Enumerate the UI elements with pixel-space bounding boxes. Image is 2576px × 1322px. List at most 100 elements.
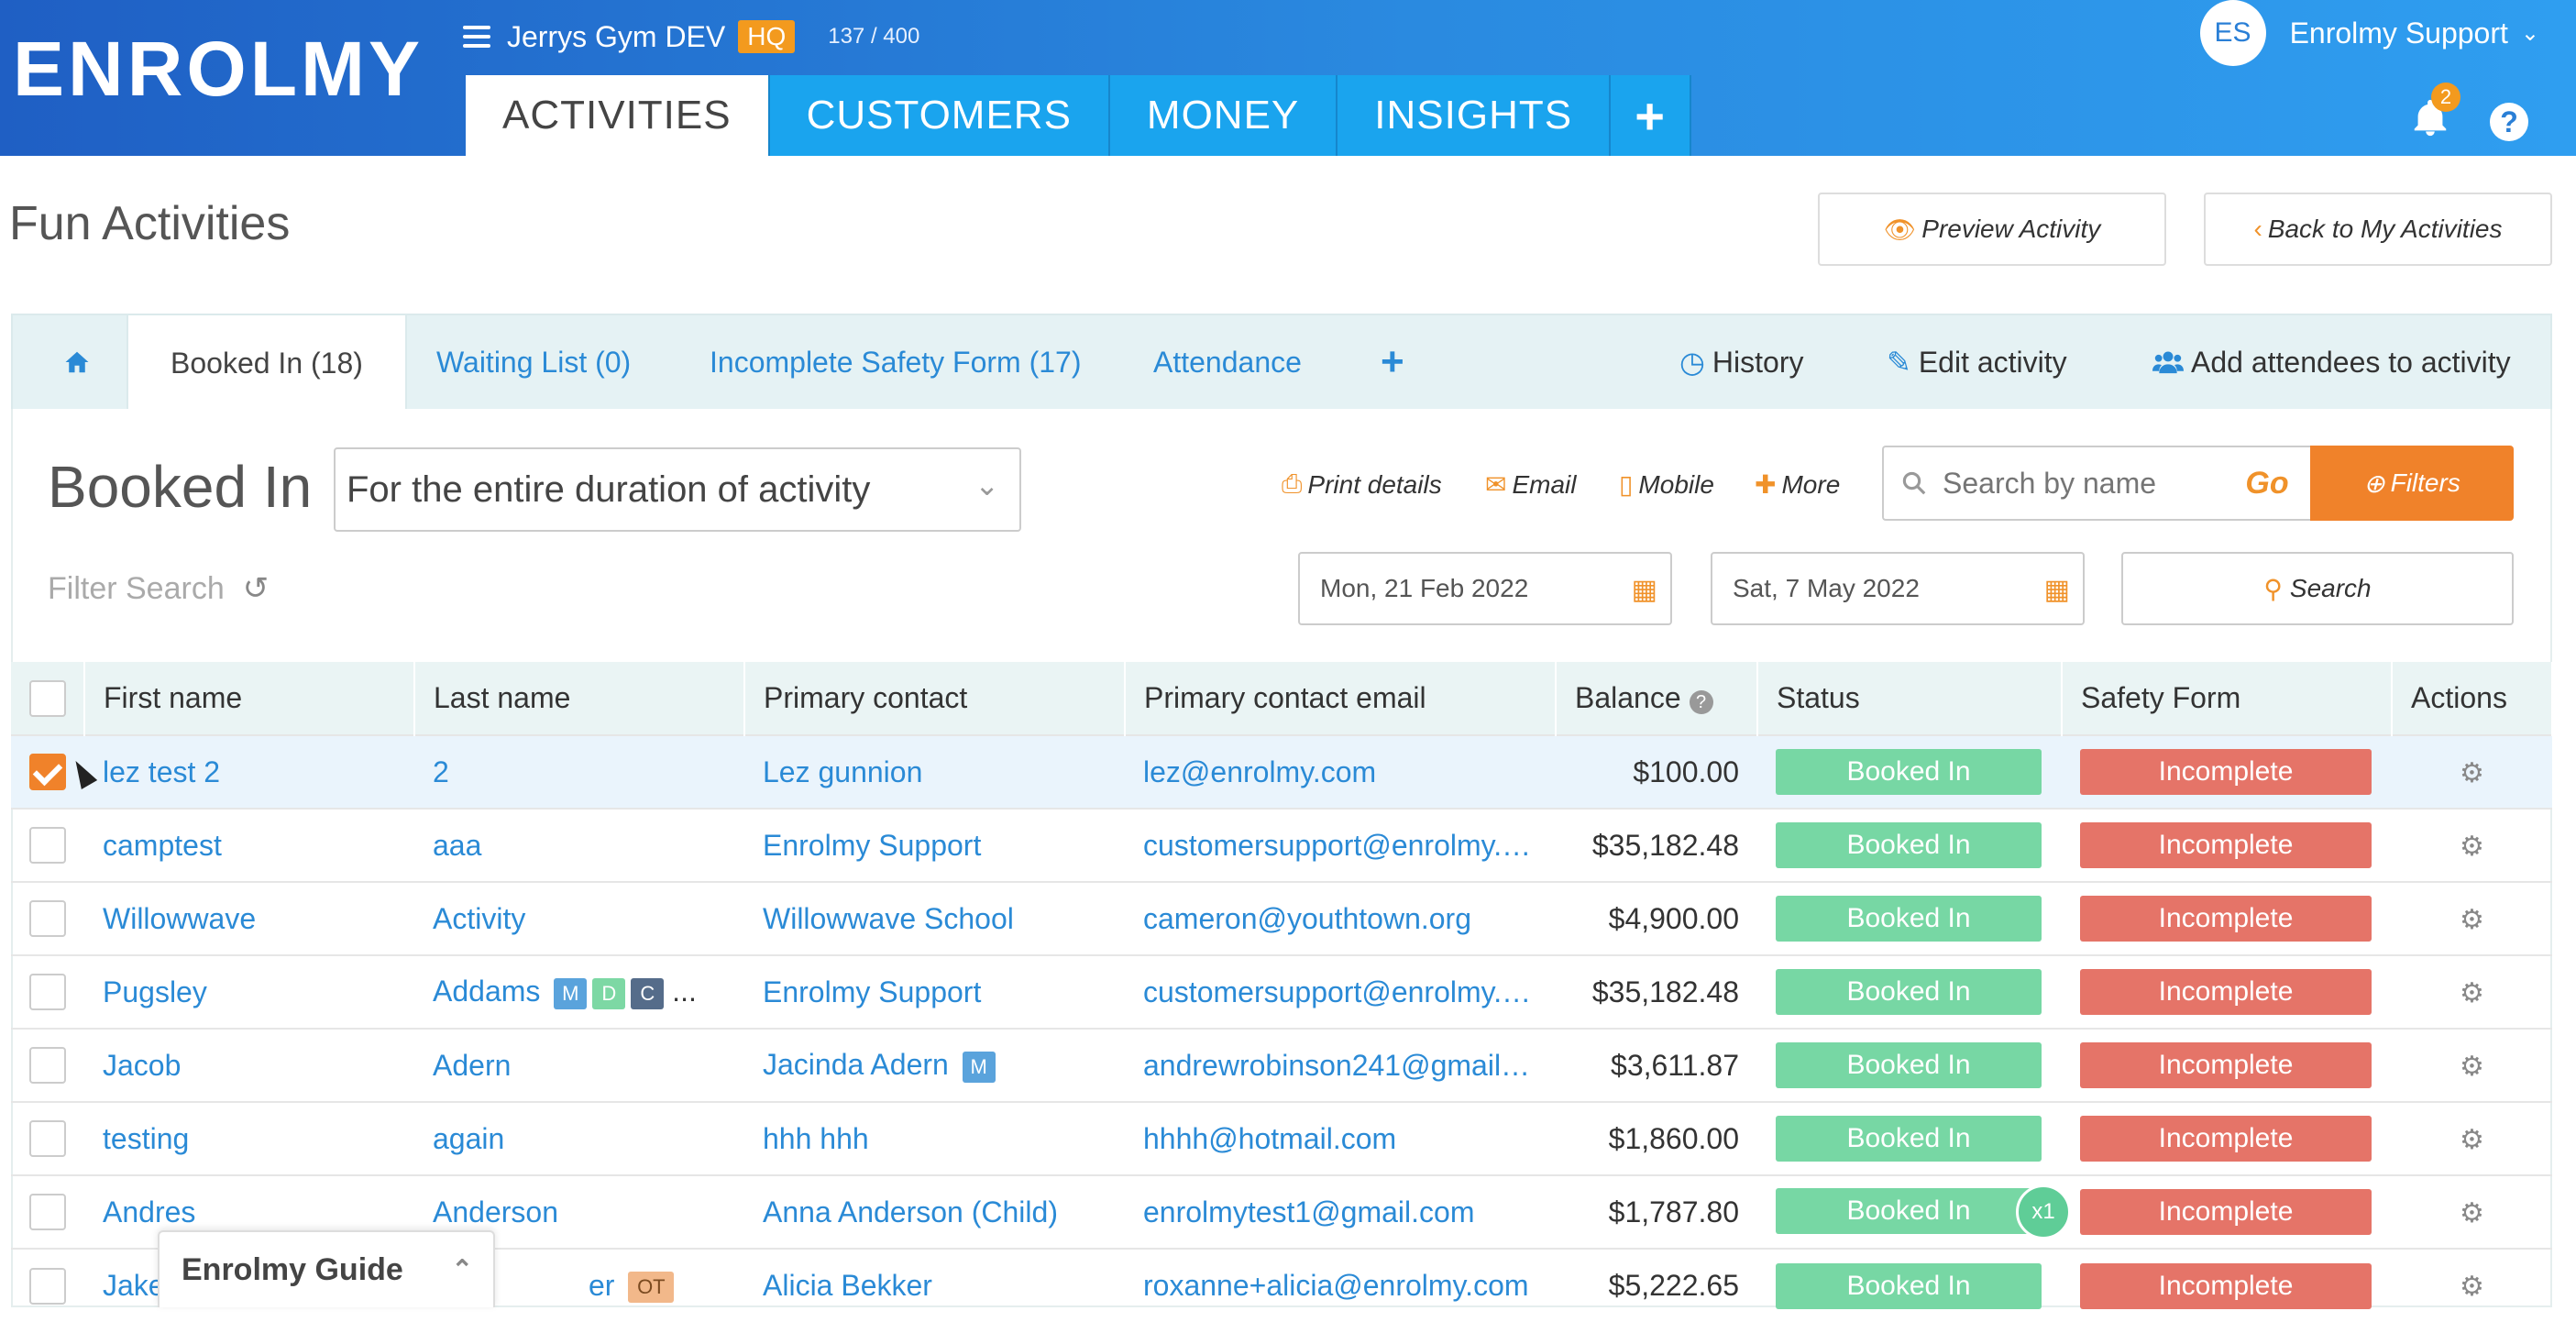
chevron-down-icon[interactable]: ⌄ [2521,20,2539,47]
tab-attendance[interactable]: Attendance [1153,315,1302,409]
column-header[interactable]: Last name [414,662,745,735]
history-link[interactable]: ◷ History [1679,315,1803,409]
tab-insights[interactable]: INSIGHTS [1338,75,1612,156]
row-checkbox[interactable] [29,754,66,791]
select-all-checkbox[interactable] [29,679,66,717]
tab-incomplete-safety-form[interactable]: Incomplete Safety Form (17) [710,315,1081,409]
status-badge[interactable]: Booked In [1776,749,2042,795]
email-link[interactable]: ✉ Email [1485,469,1576,500]
first-name-link[interactable]: lez test 2 [84,734,414,809]
safety-form-badge[interactable]: Incomplete [2080,1116,2372,1162]
gear-icon[interactable]: ⚙ [2460,758,2484,788]
search-input[interactable] [1941,465,2234,501]
go-button[interactable]: Go [2226,446,2308,521]
primary-contact-email-link[interactable]: enrolmytest1@gmail.com [1125,1174,1556,1249]
filters-button[interactable]: ⊕ Filters [2310,446,2514,521]
row-checkbox[interactable] [29,1120,66,1158]
enrolmy-guide-widget[interactable]: Enrolmy Guide ⌃ [158,1230,495,1307]
last-name-link[interactable]: 2 [414,734,744,809]
status-badge[interactable]: Booked In [1776,822,2042,868]
table-row[interactable]: testing again hhh hhh hhhh@hotmail.com $… [11,1101,2552,1175]
safety-form-badge[interactable]: Incomplete [2080,1042,2372,1088]
last-name-link[interactable]: again [414,1101,744,1175]
edit-activity-link[interactable]: ✎ Edit activity [1887,315,2067,409]
filter-search[interactable]: Filter Search ↺ [48,570,269,607]
table-row[interactable]: Jacob Adern Jacinda Adern M andrewrobins… [11,1028,2552,1102]
enrolmy-logo[interactable]: ENROLMY [13,28,424,110]
status-badge[interactable]: Booked In [1776,896,2042,942]
safety-form-badge[interactable]: Incomplete [2080,969,2372,1015]
status-badge[interactable]: Booked In [1776,1262,2042,1309]
last-name-link[interactable]: aaa [414,808,744,882]
primary-contact-link[interactable]: Lez gunnion [744,734,1125,809]
tab-booked-in[interactable]: Booked In (18) [127,314,407,411]
gear-icon[interactable]: ⚙ [2460,978,2484,1008]
first-name-link[interactable]: testing [84,1101,414,1175]
duration-select[interactable]: For the entire duration of activity ⌄ [334,447,1021,532]
safety-form-badge[interactable]: Incomplete [2080,1262,2372,1309]
tab-home[interactable] [50,315,105,409]
primary-contact-link[interactable]: Alicia Bekker [744,1248,1125,1322]
mobile-link[interactable]: ▯ Mobile [1619,469,1714,500]
primary-contact-email-link[interactable]: cameron@youthtown.org [1125,881,1556,955]
tab-money[interactable]: MONEY [1109,75,1338,156]
primary-contact-link[interactable]: Enrolmy Support [744,808,1125,882]
primary-contact-link[interactable]: Jacinda Adern [763,1048,949,1081]
gear-icon[interactable]: ⚙ [2460,905,2484,935]
last-name-link[interactable]: Addams [433,975,540,1008]
add-attendees-link[interactable]: Add attendees to activity [2152,315,2511,409]
gear-icon[interactable]: ⚙ [2460,1198,2484,1228]
first-name-link[interactable]: Pugsley [84,954,414,1029]
add-tab-plus-icon[interactable]: + [1381,315,1404,409]
gear-icon[interactable]: ⚙ [2460,1125,2484,1155]
primary-contact-link[interactable]: Anna Anderson (Child) [744,1174,1125,1249]
last-name-link[interactable]: Activity [414,881,744,955]
primary-contact-email-link[interactable]: andrewrobinson241@gmail.c... [1125,1028,1556,1102]
row-checkbox[interactable] [29,974,66,1011]
tab-waiting-list[interactable]: Waiting List (0) [436,315,631,409]
status-badge[interactable]: Booked In [1776,1116,2042,1162]
status-badge[interactable]: Booked In [1776,1188,2042,1235]
calendar-icon[interactable]: ▦ [1632,574,1657,606]
add-tab-plus-icon[interactable]: + [1611,75,1692,156]
row-checkbox[interactable] [29,1047,66,1085]
user-menu[interactable]: ES Enrolmy Support ⌄ [2199,0,2539,66]
end-date-field[interactable]: Sat, 7 May 2022 ▦ [1711,552,2085,625]
column-header[interactable]: Primary contact email [1125,662,1557,735]
reset-icon[interactable]: ↺ [243,570,270,607]
search-button[interactable]: ⚲ Search [2121,552,2514,625]
primary-contact-email-link[interactable]: roxanne+alicia@enrolmy.com [1125,1248,1556,1322]
table-row[interactable]: Pugsley Addams MDC ... Enrolmy Support c… [11,954,2552,1029]
last-name-cell[interactable]: Addams MDC ... [414,954,744,1029]
gear-icon[interactable]: ⚙ [2460,832,2484,862]
first-name-link[interactable]: camptest [84,808,414,882]
chevron-up-icon[interactable]: ⌃ [452,1254,473,1284]
table-row[interactable]: camptest aaa Enrolmy Support customersup… [11,808,2552,882]
question-circle-icon[interactable]: ? [1689,690,1713,714]
safety-form-badge[interactable]: Incomplete [2080,1189,2372,1235]
row-checkbox[interactable] [29,827,66,865]
row-checkbox[interactable] [29,1194,66,1231]
column-header[interactable]: Safety Form [2062,662,2393,735]
first-name-link[interactable]: Willowwave [84,881,414,955]
calendar-icon[interactable]: ▦ [2044,574,2070,606]
safety-form-badge[interactable]: Incomplete [2080,822,2372,868]
primary-contact-link[interactable]: hhh hhh [744,1101,1125,1175]
primary-contact-link[interactable]: Willowwave School [744,881,1125,955]
start-date-field[interactable]: Mon, 21 Feb 2022 ▦ [1298,552,1672,625]
last-name-link[interactable]: er [589,1269,614,1302]
org-name[interactable]: Jerrys Gym DEV [507,20,725,54]
primary-contact-email-link[interactable]: customersupport@enrolmy.c... [1125,808,1556,882]
safety-form-badge[interactable]: Incomplete [2080,896,2372,942]
avatar[interactable]: ES [2199,0,2266,66]
tab-activities[interactable]: ACTIVITIES [466,75,770,156]
gear-icon[interactable]: ⚙ [2460,1052,2484,1082]
primary-contact-link[interactable]: Enrolmy Support [744,954,1125,1029]
more-link[interactable]: ✚ More [1755,469,1840,500]
primary-contact-cell[interactable]: Jacinda Adern M [744,1028,1125,1102]
row-checkbox[interactable] [29,900,66,938]
primary-contact-email-link[interactable]: lez@enrolmy.com [1125,734,1556,809]
safety-form-badge[interactable]: Incomplete [2080,749,2372,795]
back-to-activities-button[interactable]: ‹ Back to My Activities [2204,193,2552,266]
table-row[interactable]: lez test 2 2 Lez gunnion lez@enrolmy.com… [11,734,2552,809]
